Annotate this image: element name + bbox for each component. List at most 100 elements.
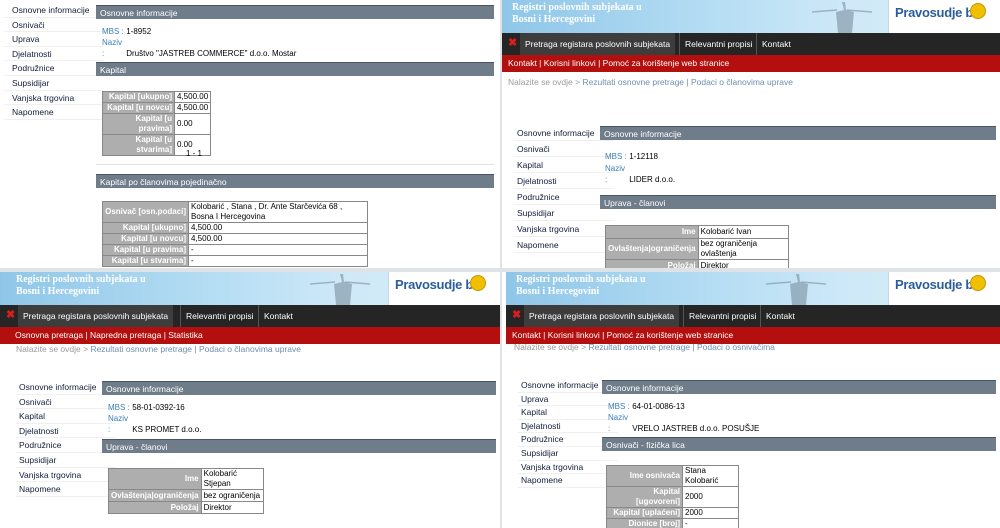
justice-statue-icon [765, 274, 827, 305]
panel-ks-promet: Registri poslovnih subjekata u Bosni i H… [0, 272, 500, 528]
sidebar-item-supsidijar[interactable]: Supsidijar [514, 205, 614, 221]
pravosudje-logo[interactable]: Pravosudje ba [888, 272, 1000, 305]
panel-vrelo-jastreb: Registri poslovnih subjekata u Bosni i H… [506, 272, 1000, 528]
site-banner: Registri poslovnih subjekata u Bosni i H… [502, 0, 1000, 33]
row-label: Položaj [605, 259, 699, 268]
breadcrumb-path[interactable]: Rezultati osnovne pretrage | Podaci o čl… [582, 77, 793, 87]
table-row: Ime Kolobarić Ivan [605, 225, 789, 239]
pravosudje-logo[interactable]: Pravosudje ba [388, 272, 500, 305]
naziv-row: Naziv : Društvo "JASTREB COMMERCE" d.o.o… [102, 37, 296, 59]
nav-kontakt[interactable]: Kontakt [258, 305, 298, 327]
pravosudje-logo[interactable]: Pravosudje ba [888, 0, 1000, 33]
nav-pretraga[interactable]: Pretraga registara poslovnih subjekata [520, 33, 676, 55]
close-icon[interactable]: ✖ [6, 310, 16, 321]
sidebar-item-uprava[interactable]: Uprava [518, 393, 618, 407]
nav-propisi[interactable]: Relevantni propisi [683, 305, 762, 327]
row-label: Kapital [ukupno] [102, 91, 175, 103]
section-header-uprava: Uprava - članovi [600, 195, 996, 209]
sidebar-item-podruznice[interactable]: Podružnice [4, 61, 104, 76]
sidebar-item-kapital[interactable]: Kapital [518, 406, 618, 420]
row-value: 4,500.00 [188, 222, 368, 234]
sidebar-item-vanjska-trgovina[interactable]: Vanjska trgovina [4, 91, 104, 106]
section-header-osnivaci: Osnivači - fizička lica [602, 437, 996, 451]
sidebar-item-osnovne-informacije[interactable]: Osnovne informacije [16, 380, 116, 395]
mbs-label: MBS : [605, 152, 627, 161]
breadcrumb-path[interactable]: Rezultati osnovne pretrage | Podaci o os… [588, 342, 774, 352]
sidebar-item-napomene[interactable]: Napomene [4, 105, 104, 120]
logo-ball-icon [470, 275, 486, 291]
nav-pretraga[interactable]: Pretraga registara poslovnih subjekata [524, 305, 680, 327]
mbs-label: MBS : [608, 402, 630, 411]
justice-statue-icon [811, 2, 873, 33]
naziv-label: Naziv : [608, 413, 629, 433]
mbs-row: MBS : 1-8952 [102, 26, 151, 37]
site-title: Registri poslovnih subjekata u Bosni i H… [516, 274, 646, 297]
sidebar-nav: Osnovne informacije Osnivači Uprava Djel… [4, 3, 104, 120]
sidebar-item-osnovne-informacije[interactable]: Osnovne informacije [514, 125, 614, 141]
site-title: Registri poslovnih subjekata u Bosni i H… [512, 2, 642, 25]
logo-text: Pravosudje ba [895, 277, 980, 292]
nav-kontakt[interactable]: Kontakt [760, 305, 800, 327]
table-row: Kapital [ugovoreni] 2000 [606, 486, 739, 508]
sidebar-item-podruznice[interactable]: Podružnice [514, 189, 614, 205]
sidebar-item-osnovne-informacije[interactable]: Osnovne informacije [4, 3, 104, 18]
sidebar-item-djelatnosti[interactable]: Djelatnosti [4, 47, 104, 62]
clanovi-table: Osnivač [osn.podaci] Kolobarić , Stana , … [102, 201, 368, 267]
close-icon[interactable]: ✖ [508, 38, 518, 49]
sidebar-item-napomene[interactable]: Napomene [16, 482, 116, 497]
close-icon[interactable]: ✖ [512, 310, 522, 321]
row-label: Ovlaštenja|ograničenja [108, 489, 202, 502]
row-value: 2000 [682, 507, 739, 519]
sidebar-item-uprava[interactable]: Uprava [4, 32, 104, 47]
row-value: Direktor [697, 259, 789, 268]
table-row: Kapital [uplaćeni] 2000 [606, 507, 739, 519]
nav-propisi[interactable]: Relevantni propisi [180, 305, 259, 327]
sidebar-item-djelatnosti[interactable]: Djelatnosti [518, 420, 618, 434]
table-row: Osnivač [osn.podaci] Kolobarić , Stana , … [102, 201, 368, 223]
breadcrumb-prefix: Nalazite se ovdje > [508, 77, 581, 87]
sidebar-item-osnivaci[interactable]: Osnivači [514, 141, 614, 157]
table-row: Ovlaštenja|ograničenja bez ograničenja [108, 489, 264, 502]
section-header-osnovne: Osnovne informacije [96, 5, 494, 19]
row-value: Stana Kolobarić [682, 465, 739, 487]
sidebar-item-kapital[interactable]: Kapital [514, 157, 614, 173]
row-label: Kapital [u stvarima] [102, 134, 175, 156]
sidebar-item-supsidijar[interactable]: Supsidijar [4, 76, 104, 91]
pager[interactable]: 1 - 1 [186, 149, 202, 158]
site-banner: Registri poslovnih subjekata u Bosni i H… [506, 272, 1000, 305]
row-label: Kapital [u novcu] [102, 102, 175, 114]
breadcrumb-path[interactable]: Rezultati osnovne pretrage | Podaci o čl… [90, 344, 301, 354]
uprava-table: Ime Kolobarić Stjepan Ovlaštenja|ograniče… [108, 468, 264, 514]
row-value: - [188, 255, 368, 267]
sidebar-item-djelatnosti[interactable]: Djelatnosti [16, 424, 116, 439]
table-row: Kapital [u novcu] 4,500.00 [102, 233, 368, 245]
logo-text: Pravosudje ba [895, 5, 980, 20]
sidebar-item-osnivaci[interactable]: Osnivači [4, 18, 104, 33]
sidebar-item-vanjska-trgovina[interactable]: Vanjska trgovina [16, 468, 116, 483]
sidebar-item-podruznice[interactable]: Podružnice [16, 438, 116, 453]
row-value: Kolobarić Stjepan [200, 468, 264, 490]
logo-ball-icon [970, 275, 986, 291]
sidebar-item-napomene[interactable]: Napomene [518, 474, 618, 488]
row-value: 0.00 [173, 113, 212, 135]
sub-nav[interactable]: Kontakt | Korisni linkovi | Pomoć za kor… [502, 55, 1000, 72]
sidebar-item-supsidijar[interactable]: Supsidijar [16, 453, 116, 468]
sidebar-item-djelatnosti[interactable]: Djelatnosti [514, 173, 614, 189]
nav-pretraga[interactable]: Pretraga registara poslovnih subjekata [18, 305, 174, 327]
sub-nav[interactable]: Osnovna pretraga | Napredna pretraga | S… [0, 327, 500, 344]
osnivaci-table: Ime osnivača Stana Kolobarić Kapital [ugo… [606, 465, 739, 528]
sidebar-item-vanjska-trgovina[interactable]: Vanjska trgovina [518, 461, 618, 475]
naziv-label: Naziv : [605, 164, 626, 184]
sidebar-item-vanjska-trgovina[interactable]: Vanjska trgovina [514, 221, 614, 237]
breadcrumb-prefix: Nalazite se ovdje > [514, 342, 587, 352]
naziv-label: Naziv : [102, 38, 123, 58]
nav-propisi[interactable]: Relevantni propisi [679, 33, 758, 55]
kapital-table: Kapital [ukupno] 4,500.00 Kapital [u novc… [102, 91, 212, 156]
section-header-osnovne: Osnovne informacije [600, 126, 996, 140]
nav-kontakt[interactable]: Kontakt [756, 33, 796, 55]
row-value: Direktor [200, 501, 264, 514]
sidebar-item-napomene[interactable]: Napomene [514, 237, 614, 253]
sidebar-item-kapital[interactable]: Kapital [16, 409, 116, 424]
sidebar-item-osnivaci[interactable]: Osnivači [16, 395, 116, 410]
mbs-label: MBS : [108, 403, 130, 412]
